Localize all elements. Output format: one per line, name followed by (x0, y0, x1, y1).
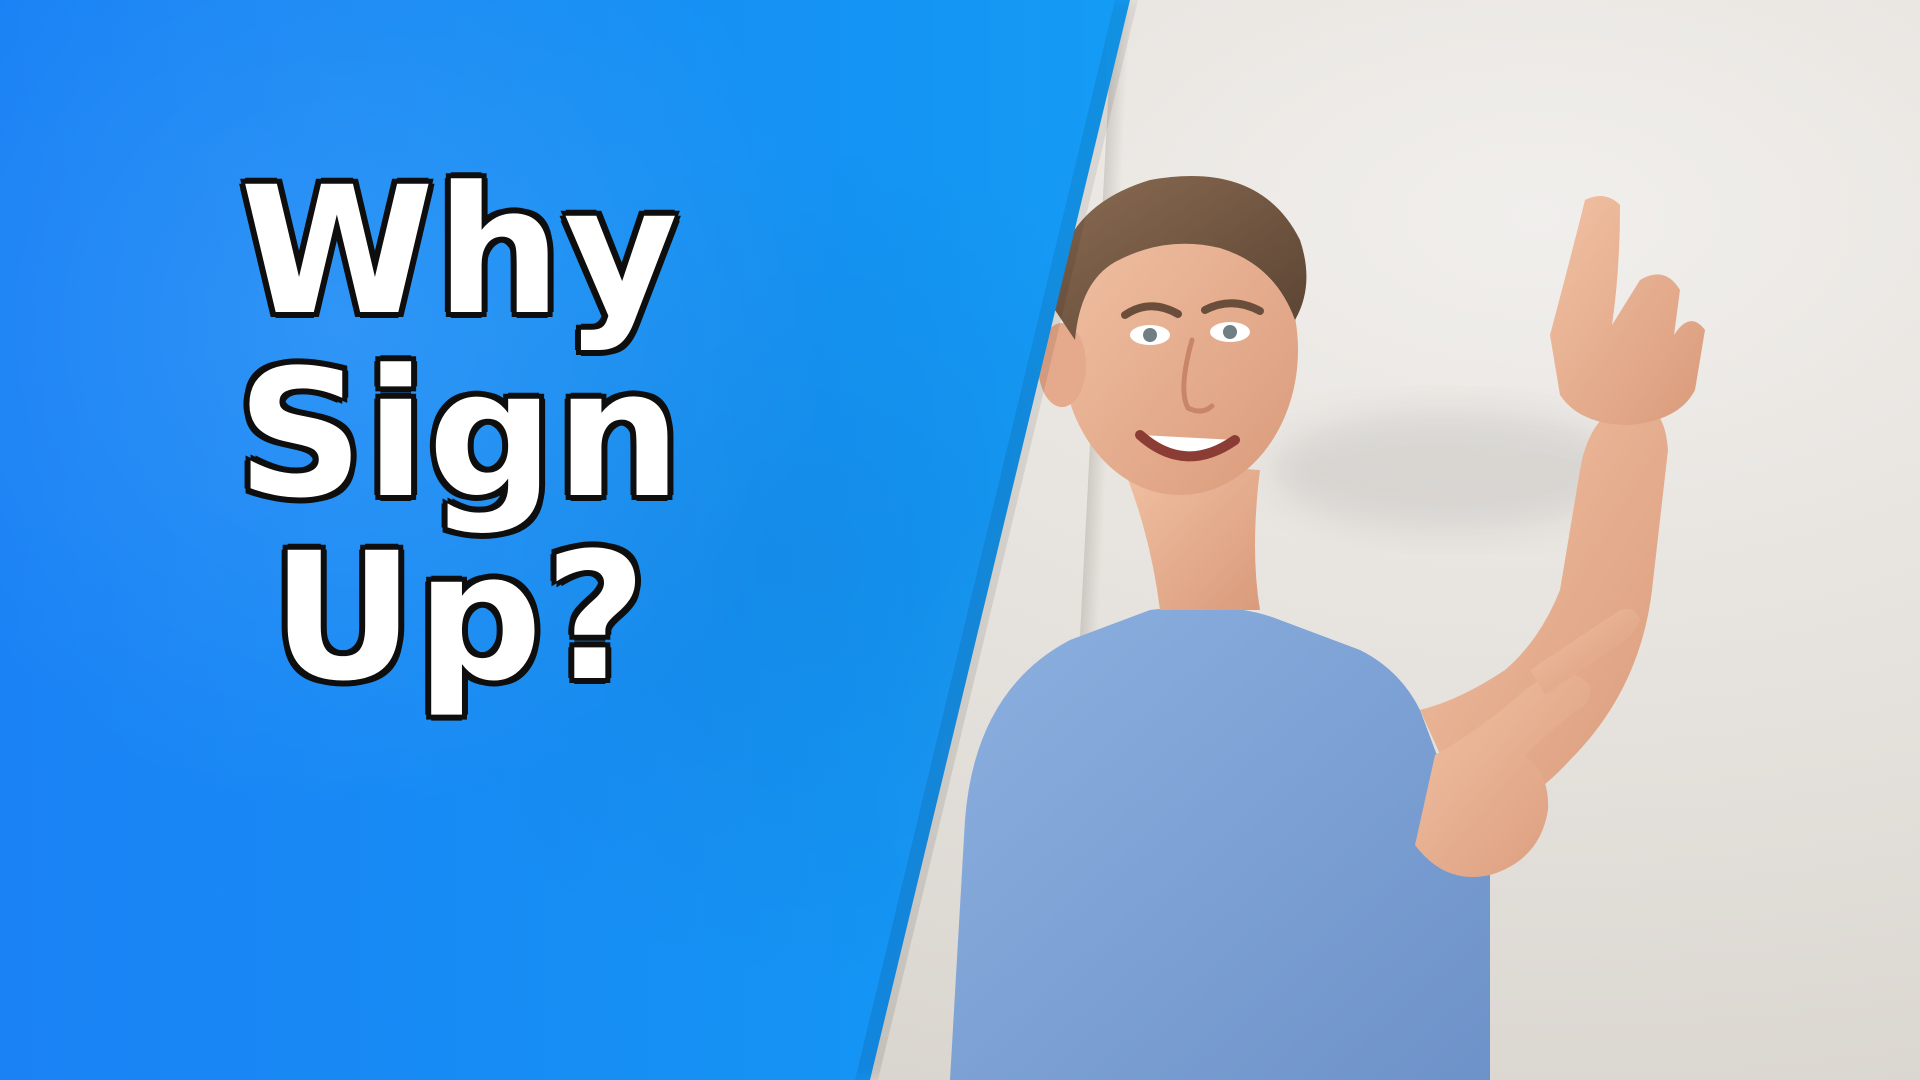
headline-line-up: Up? (271, 515, 649, 721)
headline-line-sign: Sign (236, 332, 684, 538)
shirt-shape (950, 606, 1490, 1080)
headline-text: Why Sign Up? (130, 160, 790, 709)
raised-hand-shape (1550, 196, 1705, 425)
person-pointing-illustration (950, 176, 1705, 1080)
headline-line-why: Why (239, 149, 681, 354)
